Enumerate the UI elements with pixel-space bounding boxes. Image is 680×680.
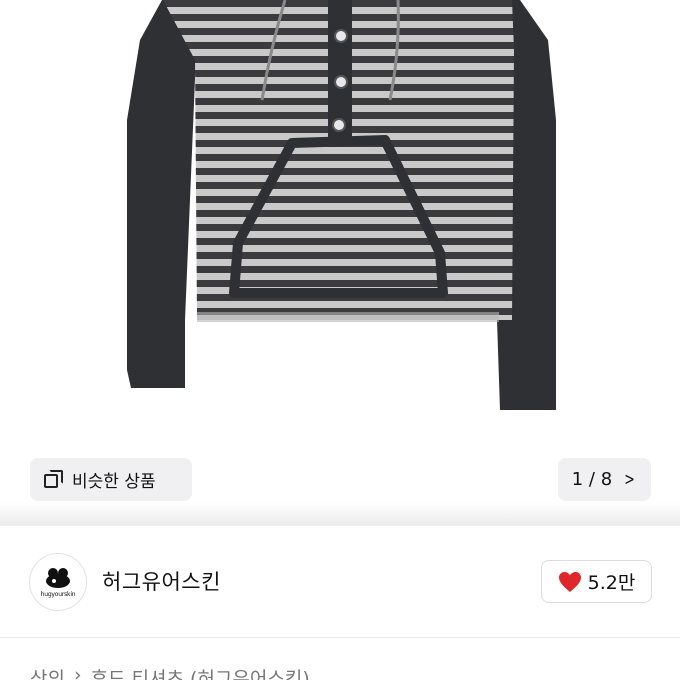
like-count: 5.2만: [587, 572, 636, 594]
shop-logo-icon: [46, 567, 70, 588]
breadcrumb-item-category[interactable]: 상의: [30, 664, 65, 680]
similar-products-button[interactable]: 비슷한 상품: [30, 458, 192, 501]
shop-avatar-text: hugyourskin: [40, 590, 76, 598]
shop-name[interactable]: 허그유어스킨: [102, 566, 221, 596]
shop-info-row[interactable]: hugyourskin 허그유어스킨 5.2만: [0, 526, 680, 638]
chevron-right-icon: >: [624, 468, 635, 490]
like-button[interactable]: 5.2만: [541, 560, 652, 603]
copy-icon: [44, 469, 64, 490]
image-pager[interactable]: 1 / 8 >: [558, 458, 651, 501]
similar-products-label: 비슷한 상품: [72, 472, 156, 492]
breadcrumb-item-subcategory[interactable]: 후드 티셔츠 (허그유어스킨): [91, 664, 310, 680]
heart-icon: [558, 571, 581, 592]
shop-avatar[interactable]: hugyourskin: [29, 553, 87, 611]
breadcrumb-separator: ›: [73, 664, 82, 680]
pager-text: 1 / 8: [571, 469, 613, 490]
product-image-gallery[interactable]: 비슷한 상품 1 / 8 >: [0, 0, 680, 526]
product-image: [127, 0, 556, 410]
breadcrumb: 상의 › 후드 티셔츠 (허그유어스킨): [30, 664, 310, 680]
